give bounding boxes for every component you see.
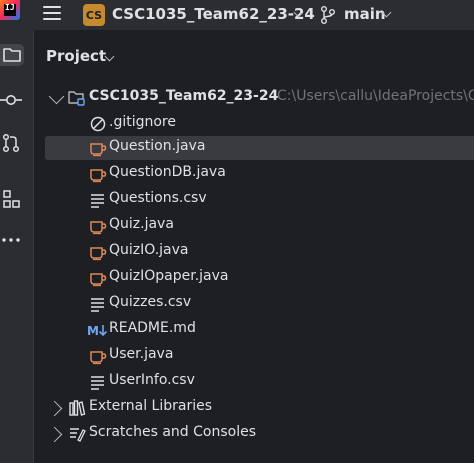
- svg-text:M: M: [87, 324, 99, 338]
- module-folder-icon: [68, 91, 85, 106]
- markdown-icon: M: [87, 324, 108, 338]
- more-icon[interactable]: [0, 229, 22, 251]
- pull-requests-icon[interactable]: [0, 132, 22, 154]
- file-name: Quizzes.csv: [109, 294, 192, 310]
- title-bar: IJ CS CSC1035_Team62_23-24 main: [0, 0, 474, 30]
- panel-title[interactable]: Project: [46, 47, 106, 65]
- file-name: Question.java: [109, 138, 206, 154]
- commit-icon[interactable]: [0, 89, 22, 111]
- expand-arrow-icon[interactable]: [48, 88, 65, 105]
- file-row[interactable]: QuizIOpaper.java: [45, 266, 474, 290]
- file-name: User.java: [109, 346, 174, 362]
- text-file-icon: [91, 376, 104, 390]
- branch-switcher-label[interactable]: main: [344, 5, 386, 23]
- file-row[interactable]: Quiz.java: [45, 214, 474, 238]
- file-row[interactable]: QuizIO.java: [45, 240, 474, 264]
- file-name: QuizIO.java: [109, 242, 189, 258]
- file-name: UserInfo.csv: [109, 372, 195, 388]
- java-icon: [90, 247, 107, 261]
- file-name: .gitignore: [109, 114, 176, 130]
- library-icon: [69, 400, 86, 416]
- java-icon: [90, 351, 107, 365]
- tree-root-label: CSC1035_Team62_23-24: [89, 88, 279, 104]
- text-file-icon: [91, 298, 104, 312]
- tree-root-row[interactable]: CSC1035_Team62_23-24 C:\Users\callu\Idea…: [45, 86, 474, 110]
- main-menu-icon[interactable]: [43, 6, 61, 22]
- file-name: QuizIOpaper.java: [109, 268, 229, 284]
- file-name: Quiz.java: [109, 216, 174, 232]
- git-branch-icon[interactable]: [320, 5, 336, 25]
- java-icon: [90, 273, 107, 287]
- file-row[interactable]: Questions.csv: [45, 188, 474, 212]
- file-row[interactable]: UserInfo.csv: [45, 370, 474, 394]
- project-badge[interactable]: CS: [83, 4, 105, 26]
- tree-root-path: C:\Users\callu\IdeaProjects\C: [277, 88, 474, 104]
- scratches-icon: [70, 428, 86, 442]
- file-row[interactable]: QuestionDB.java: [45, 162, 474, 186]
- structure-icon[interactable]: [0, 188, 22, 210]
- file-row[interactable]: User.java: [45, 344, 474, 368]
- project-switcher-label[interactable]: CSC1035_Team62_23-24: [112, 5, 315, 23]
- file-row[interactable]: Quizzes.csv: [45, 292, 474, 316]
- external-libraries-row[interactable]: External Libraries: [45, 396, 474, 420]
- folder-icon[interactable]: [0, 44, 24, 66]
- java-icon: [90, 143, 107, 157]
- tool-window-strip: [0, 30, 34, 463]
- scratches-label: Scratches and Consoles: [89, 424, 256, 440]
- expand-arrow-icon[interactable]: [46, 426, 63, 443]
- external-libraries-label: External Libraries: [89, 398, 212, 414]
- scratches-row[interactable]: Scratches and Consoles: [45, 422, 474, 446]
- file-name: Questions.csv: [109, 190, 207, 206]
- gitignore-icon: [90, 116, 106, 132]
- file-row-selected[interactable]: Question.java: [45, 136, 474, 160]
- expand-arrow-icon[interactable]: [46, 400, 63, 417]
- file-row[interactable]: M README.md: [45, 318, 474, 342]
- java-icon: [90, 169, 107, 183]
- intellij-logo-icon: IJ: [0, 0, 20, 20]
- file-name: README.md: [109, 320, 196, 336]
- file-name: QuestionDB.java: [109, 164, 226, 180]
- java-icon: [90, 221, 107, 235]
- file-row[interactable]: .gitignore: [45, 112, 474, 136]
- text-file-icon: [91, 194, 104, 208]
